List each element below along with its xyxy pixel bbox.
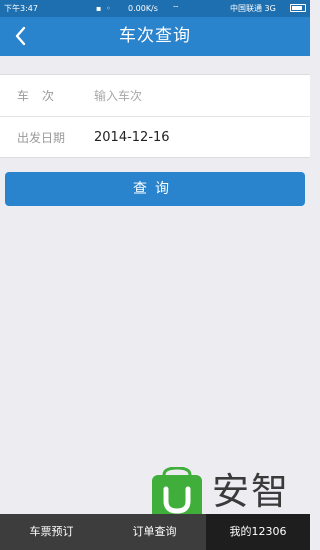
header-bar: 车次查询 [0,17,310,56]
train-number-label: 车次 [17,89,68,103]
bottom-nav: 车票预订 订单查询 我的12306 [0,514,310,550]
train-number-row[interactable]: 车次 输入车次 [0,75,310,117]
query-form: 车次 输入车次 出发日期 2014-12-16 [0,74,310,158]
status-bar: 下午3:47 ▪ ◦ 0.00K/s ⌔ 中国联通 3G [0,0,310,17]
status-net-speed: 0.00K/s [128,4,158,13]
watermark-text: 安智 [212,470,290,513]
status-carrier: 中国联通 3G [230,4,276,13]
nav-ticket-booking[interactable]: 车票预订 [0,514,103,550]
departure-date-label: 出发日期 [17,131,66,145]
page-title: 车次查询 [119,26,191,46]
nav-order-query[interactable]: 订单查询 [103,514,206,550]
status-time: 下午3:47 [4,4,38,13]
notification-icon: ▪ ◦ [96,4,112,13]
wifi-icon: ⌔ [172,4,180,13]
departure-date-row[interactable]: 出发日期 2014-12-16 [0,117,310,159]
battery-icon [290,4,306,12]
train-number-input[interactable]: 输入车次 [94,75,142,117]
nav-my-12306[interactable]: 我的12306 [206,514,310,550]
query-button[interactable]: 查询 [5,172,305,206]
departure-date-field[interactable]: 2014-12-16 [94,117,170,159]
